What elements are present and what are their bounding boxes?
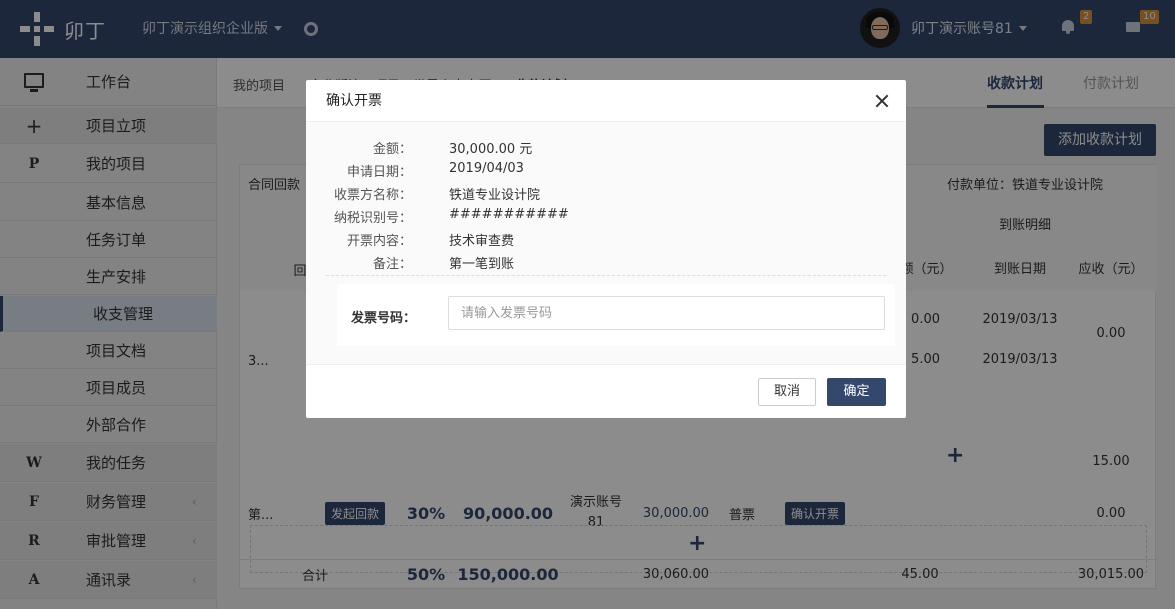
confirm-invoice-dialog: 确认开票 金额： 30,000.00 元 申请日期： 2019/04/03 收票…: [306, 80, 906, 418]
invoice-number-input[interactable]: [448, 296, 885, 330]
dialog-title: 确认开票: [312, 86, 396, 116]
info-value: 第一笔到账: [449, 257, 515, 272]
dialog-header: 确认开票: [306, 80, 906, 122]
dialog-body: 金额： 30,000.00 元 申请日期： 2019/04/03 收票方名称： …: [306, 122, 906, 364]
info-row-apply-date: 申请日期： 2019/04/03: [306, 161, 906, 183]
info-row-amount: 金额： 30,000.00 元: [306, 138, 906, 160]
info-label: 申请日期：: [346, 165, 412, 180]
invoice-number-box: 发票号码：: [337, 284, 895, 346]
close-icon[interactable]: [873, 92, 891, 110]
info-value: ###########: [449, 207, 569, 222]
info-row-content: 开票内容： 技术审查费: [306, 230, 906, 252]
dialog-footer: 取消 确定: [306, 364, 906, 418]
info-value: 30,000.00 元: [449, 142, 533, 157]
info-row-tax-id: 纳税识别号： ###########: [306, 207, 906, 229]
info-label: 金额：: [372, 142, 412, 157]
info-value: 2019/04/03: [449, 161, 524, 176]
cancel-button[interactable]: 取消: [758, 378, 816, 406]
info-row-remark: 备注： 第一笔到账: [306, 253, 906, 275]
info-label: 纳税识别号：: [333, 211, 412, 226]
info-value: 技术审查费: [449, 234, 515, 249]
info-label: 备注：: [372, 257, 412, 272]
invoice-number-label: 发票号码：: [351, 311, 417, 326]
confirm-button[interactable]: 确定: [827, 378, 886, 406]
info-label: 收票方名称：: [333, 188, 412, 203]
info-value: 铁道专业设计院: [449, 188, 541, 203]
info-label: 开票内容：: [346, 234, 412, 249]
divider: [326, 275, 886, 276]
info-row-recipient: 收票方名称： 铁道专业设计院: [306, 184, 906, 206]
